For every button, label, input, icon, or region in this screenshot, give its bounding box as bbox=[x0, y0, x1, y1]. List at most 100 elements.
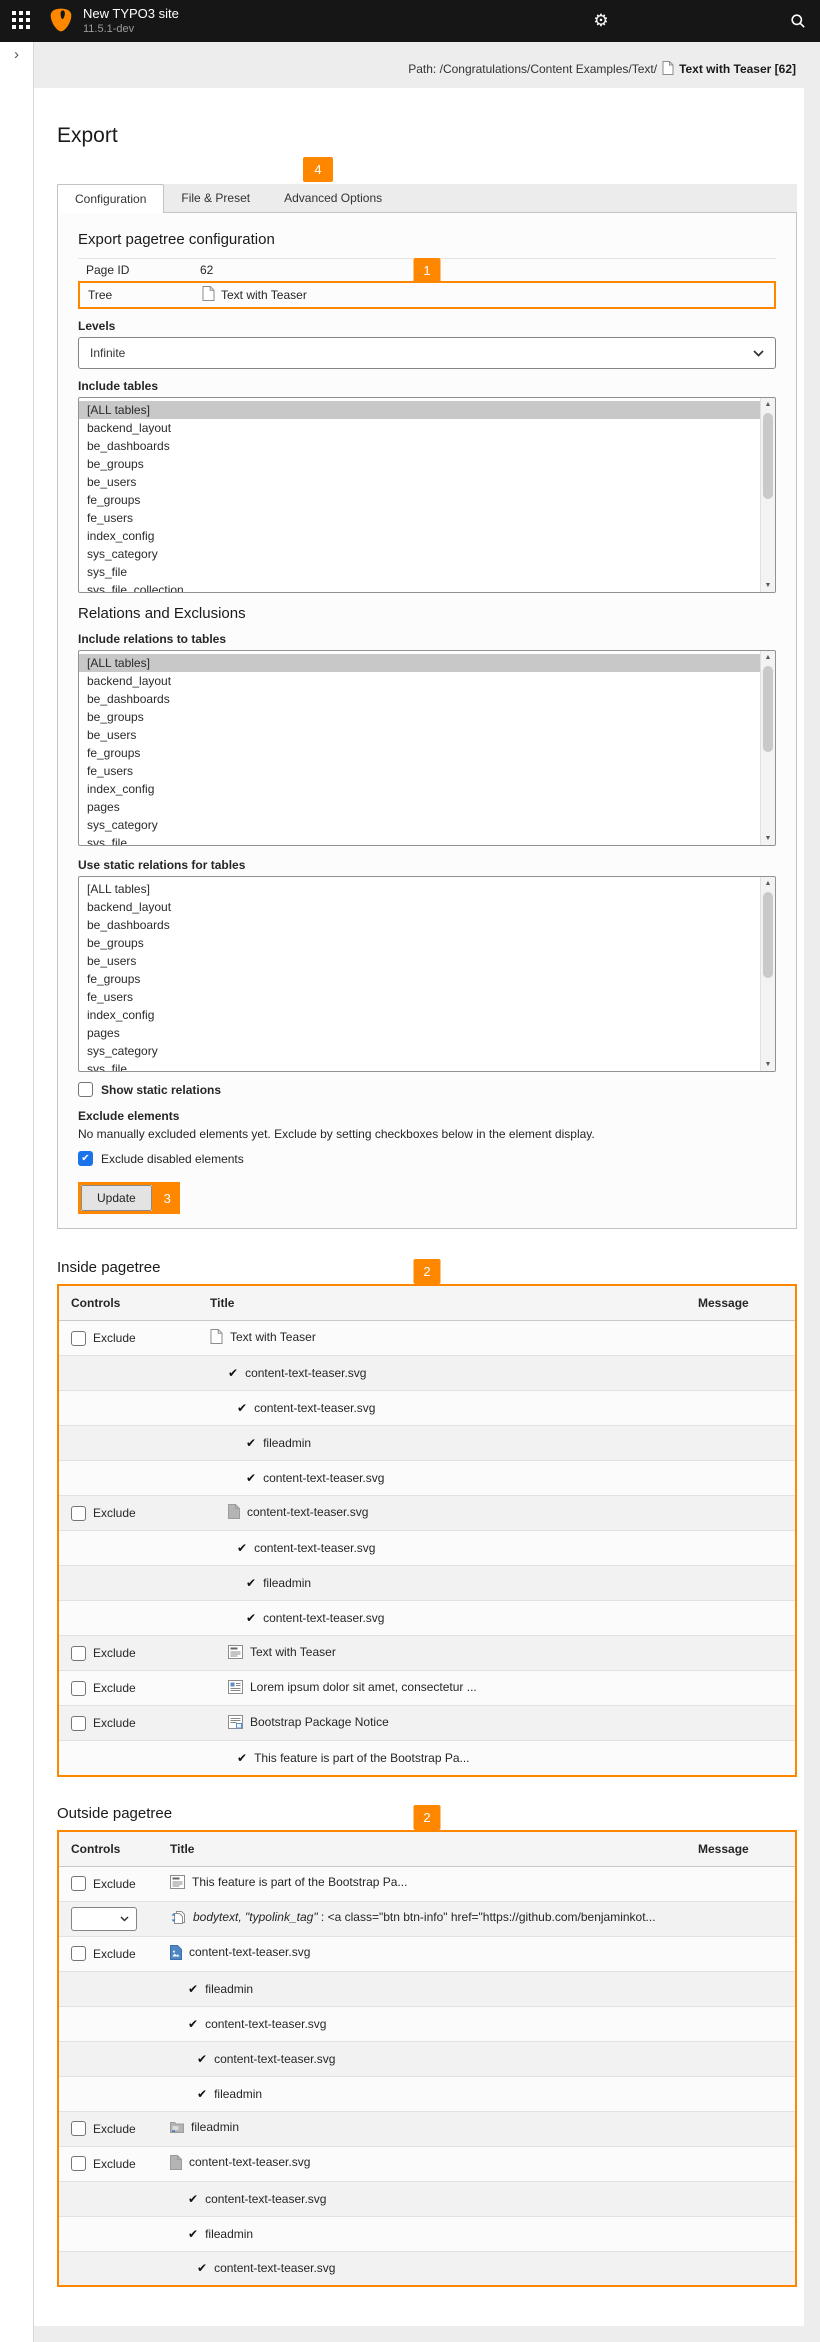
column-header-message: Message bbox=[686, 1831, 796, 1867]
listbox-option[interactable]: be_dashboards bbox=[79, 690, 775, 708]
scrollbar-thumb[interactable] bbox=[763, 892, 773, 978]
listbox-option[interactable]: sys_file_collection bbox=[79, 581, 775, 592]
record-title: fileadmin bbox=[214, 2087, 262, 2101]
scroll-up-icon[interactable]: ▲ bbox=[765, 880, 772, 887]
listbox-option[interactable]: sys_category bbox=[79, 816, 775, 834]
table-row: ✔content-text-teaser.svg bbox=[58, 1461, 796, 1496]
listbox-scrollbar[interactable]: ▲▼ bbox=[760, 651, 775, 845]
listbox-option[interactable]: sys_category bbox=[79, 545, 775, 563]
listbox-option[interactable]: be_groups bbox=[79, 455, 775, 473]
listbox-option[interactable]: fe_groups bbox=[79, 970, 775, 988]
listbox-option[interactable]: fe_groups bbox=[79, 744, 775, 762]
listbox-option[interactable]: pages bbox=[79, 1024, 775, 1042]
exclude-checkbox[interactable] bbox=[71, 1716, 86, 1731]
listbox-scrollbar[interactable]: ▲▼ bbox=[760, 877, 775, 1071]
file-icon bbox=[170, 2155, 182, 2170]
exclude-checkbox[interactable] bbox=[71, 1681, 86, 1696]
listbox-option[interactable]: backend_layout bbox=[79, 672, 775, 690]
listbox-option[interactable]: fe_users bbox=[79, 762, 775, 780]
listbox-option[interactable]: [ALL tables] bbox=[79, 654, 775, 672]
exclude-checkbox[interactable] bbox=[71, 1331, 86, 1346]
title-cell: ✔fileadmin bbox=[158, 2216, 686, 2251]
tab-file-preset[interactable]: File & Preset bbox=[164, 184, 267, 212]
exclude-label: Exclude bbox=[93, 1506, 136, 1520]
exclude-disabled-checkbox[interactable]: ✔ bbox=[78, 1151, 93, 1166]
check-icon: ✔ bbox=[197, 2052, 207, 2066]
step-badge-2: 2 bbox=[414, 1259, 441, 1284]
scroll-down-icon[interactable]: ▼ bbox=[765, 835, 772, 842]
listbox-option[interactable]: fe_users bbox=[79, 509, 775, 527]
title-cell: Lorem ipsum dolor sit amet, consectetur … bbox=[198, 1671, 686, 1706]
listbox-option[interactable]: be_groups bbox=[79, 708, 775, 726]
controls-cell bbox=[58, 1531, 198, 1566]
expand-pagetree-icon[interactable]: › bbox=[14, 46, 19, 63]
tab-configuration[interactable]: Configuration bbox=[57, 184, 164, 213]
levels-select[interactable]: Infinite bbox=[78, 337, 776, 369]
listbox-option[interactable]: sys_file bbox=[79, 563, 775, 581]
include-relations-listbox[interactable]: [ALL tables]backend_layoutbe_dashboardsb… bbox=[78, 650, 776, 846]
listbox-option[interactable]: fe_users bbox=[79, 988, 775, 1006]
table-row: ✔content-text-teaser.svg bbox=[58, 1531, 796, 1566]
scroll-down-icon[interactable]: ▼ bbox=[765, 582, 772, 589]
scrollbar-thumb[interactable] bbox=[763, 666, 773, 752]
exclude-checkbox[interactable] bbox=[71, 2156, 86, 2171]
scroll-up-icon[interactable]: ▲ bbox=[765, 654, 772, 661]
update-button[interactable]: Update bbox=[81, 1185, 152, 1211]
column-header-title: Title bbox=[158, 1831, 686, 1867]
message-cell bbox=[686, 1566, 796, 1601]
module-body: Export 4 Configuration File & Preset Adv… bbox=[34, 88, 804, 2326]
exclude-checkbox[interactable] bbox=[71, 1876, 86, 1891]
listbox-option[interactable]: index_config bbox=[79, 1006, 775, 1024]
title-cell: ✔content-text-teaser.svg bbox=[198, 1356, 686, 1391]
controls-cell bbox=[58, 1566, 198, 1601]
scrollbar-thumb[interactable] bbox=[763, 413, 773, 499]
listbox-option[interactable]: sys_category bbox=[79, 1042, 775, 1060]
title-cell: content-text-teaser.svg bbox=[158, 2146, 686, 2181]
table-row: ExcludeText with Teaser bbox=[58, 1321, 796, 1356]
settings-icon[interactable]: ⚙ bbox=[586, 0, 616, 42]
listbox-option[interactable]: backend_layout bbox=[79, 898, 775, 916]
listbox-option[interactable]: sys_file bbox=[79, 834, 775, 845]
listbox-option[interactable]: be_dashboards bbox=[79, 437, 775, 455]
scroll-down-icon[interactable]: ▼ bbox=[765, 1061, 772, 1068]
static-relations-listbox[interactable]: [ALL tables]backend_layoutbe_dashboardsb… bbox=[78, 876, 776, 1072]
check-icon: ✔ bbox=[188, 1982, 198, 1996]
show-static-relations-checkbox[interactable] bbox=[78, 1082, 93, 1097]
listbox-option[interactable]: be_users bbox=[79, 473, 775, 491]
search-icon[interactable] bbox=[782, 0, 814, 42]
title-cell: Text with Teaser bbox=[198, 1636, 686, 1671]
check-icon: ✔ bbox=[188, 2017, 198, 2031]
listbox-option[interactable]: be_users bbox=[79, 726, 775, 744]
update-highlight: Update 3 bbox=[78, 1182, 180, 1214]
title-cell: ✔content-text-teaser.svg bbox=[198, 1601, 686, 1636]
listbox-option[interactable]: pages bbox=[79, 798, 775, 816]
title-cell: ✔content-text-teaser.svg bbox=[158, 2181, 686, 2216]
listbox-option[interactable]: backend_layout bbox=[79, 419, 775, 437]
exclude-checkbox[interactable] bbox=[71, 1646, 86, 1661]
include-tables-listbox[interactable]: [ALL tables]backend_layoutbe_dashboardsb… bbox=[78, 397, 776, 593]
message-cell bbox=[686, 2181, 796, 2216]
listbox-option[interactable]: sys_file bbox=[79, 1060, 775, 1071]
listbox-option[interactable]: fe_groups bbox=[79, 491, 775, 509]
listbox-scrollbar[interactable]: ▲▼ bbox=[760, 398, 775, 592]
listbox-option[interactable]: index_config bbox=[79, 527, 775, 545]
relations-title: Relations and Exclusions bbox=[78, 605, 776, 622]
brand[interactable]: New TYPO3 site 11.5.1-dev bbox=[42, 6, 179, 35]
scroll-up-icon[interactable]: ▲ bbox=[765, 401, 772, 408]
tab-advanced-options[interactable]: Advanced Options bbox=[267, 184, 399, 212]
listbox-option[interactable]: index_config bbox=[79, 780, 775, 798]
exclude-elements-hint: No manually excluded elements yet. Exclu… bbox=[78, 1127, 776, 1141]
listbox-option[interactable]: [ALL tables] bbox=[79, 880, 775, 898]
exclude-checkbox[interactable] bbox=[71, 1506, 86, 1521]
table-row: ✔content-text-teaser.svg bbox=[58, 2006, 796, 2041]
listbox-option[interactable]: be_dashboards bbox=[79, 916, 775, 934]
relation-action-select[interactable] bbox=[71, 1907, 137, 1931]
exclude-checkbox[interactable] bbox=[71, 1946, 86, 1961]
listbox-option[interactable]: [ALL tables] bbox=[79, 401, 775, 419]
exclude-checkbox[interactable] bbox=[71, 2121, 86, 2136]
table-row: ✔content-text-teaser.svg bbox=[58, 1391, 796, 1426]
exclude-label: Exclude bbox=[93, 1877, 136, 1891]
listbox-option[interactable]: be_groups bbox=[79, 934, 775, 952]
module-menu-button[interactable] bbox=[0, 0, 42, 42]
listbox-option[interactable]: be_users bbox=[79, 952, 775, 970]
